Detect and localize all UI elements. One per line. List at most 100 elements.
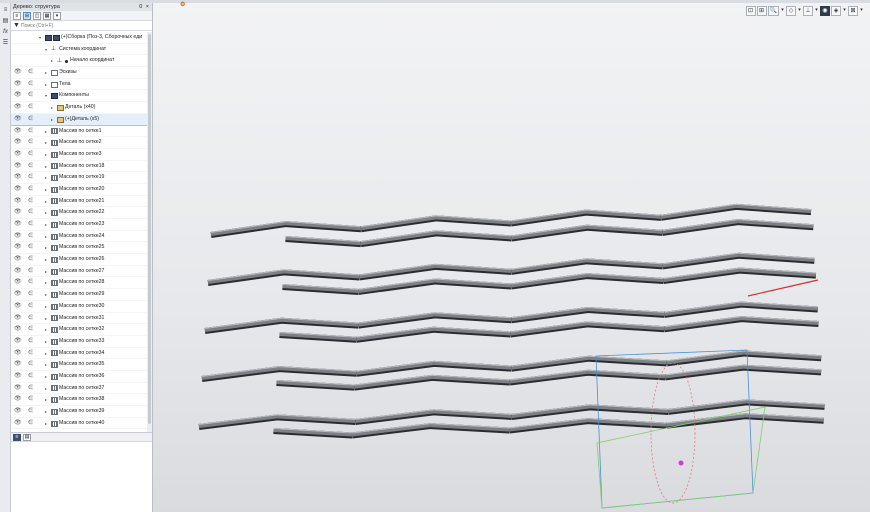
eye-icon[interactable]: 👁 (14, 102, 22, 114)
tab-tree[interactable]: ≡ (13, 434, 21, 441)
include-icon[interactable]: ∈ (28, 172, 33, 184)
eye-icon[interactable]: 👁 (14, 277, 22, 289)
expanded-mesh-model[interactable] (153, 3, 870, 512)
expand-arrow-icon[interactable]: ▸ (45, 79, 50, 91)
expand-arrow-icon[interactable]: ▸ (45, 383, 50, 395)
tree-row-array[interactable]: 👁 ∈ ▸ Массив по сетке34 (11, 348, 147, 360)
eye-icon[interactable]: 👁 (14, 359, 22, 371)
eye-icon[interactable]: 👁 (14, 231, 22, 243)
include-icon[interactable]: ∈ (28, 359, 33, 371)
tree-row-array[interactable]: 👁 ∈ ▸ Массив по сетке2 (11, 137, 147, 149)
expand-arrow-icon[interactable]: ▸ (45, 149, 50, 161)
include-icon[interactable]: ∈ (28, 324, 33, 336)
eye-icon[interactable]: 👁 (14, 79, 22, 91)
expand-arrow-icon[interactable]: ▸ (45, 161, 50, 173)
function-icon[interactable]: fx (1, 27, 10, 36)
expand-arrow-icon[interactable]: ▾ (45, 44, 50, 56)
include-icon[interactable]: ∈ (28, 137, 33, 149)
eye-icon[interactable]: 👁 (14, 196, 22, 208)
tree-row-sketches[interactable]: 👁 ∈ ▸ Эскизы (11, 67, 147, 79)
eye-icon[interactable]: 👁 (14, 137, 22, 149)
tree-row-bodies[interactable]: 👁 ∈ ▸ Тела (11, 79, 147, 91)
tree-row-array[interactable]: 👁 ∈ ▸ Массив по сетке25 (11, 242, 147, 255)
eye-icon[interactable]: 👁 (14, 67, 22, 79)
eye-icon[interactable]: 👁 (14, 254, 22, 266)
components-view-icon[interactable]: ◫ (33, 11, 41, 20)
tree-row-root[interactable]: ▾ (+)Сборка (Поз-3, Сборочных еди (11, 32, 147, 44)
scrollbar-thumb[interactable] (148, 34, 151, 424)
include-icon[interactable]: ∈ (28, 254, 33, 266)
tree-row-part-2[interactable]: 👁 ∈ ▸ (+)Деталь (x5) (11, 113, 147, 126)
eye-icon[interactable]: 👁 (14, 149, 22, 161)
include-icon[interactable]: ∈ (28, 418, 33, 430)
eye-icon[interactable]: 👁 (14, 394, 22, 406)
gizmo-center-point[interactable] (678, 460, 684, 466)
tree-row-array[interactable]: 👁 ∈ ▸ Массив по сетке36 (11, 371, 147, 383)
expand-arrow-icon[interactable]: ▸ (45, 406, 50, 418)
include-icon[interactable]: ∈ (28, 277, 33, 289)
tree-row-array[interactable]: 👁 ∈ ▸ Массив по сетке35 (11, 359, 147, 371)
expand-arrow-icon[interactable]: ▸ (45, 242, 50, 254)
tree-row-part-1[interactable]: 👁 ∈ ▸ Деталь (x40) (11, 102, 147, 114)
tree-row-array[interactable]: 👁 ∈ ▸ Массив по сетке40 (11, 418, 147, 430)
include-icon[interactable]: ∈ (28, 114, 33, 126)
tree-row-array[interactable]: 👁 ∈ ▸ Массив по сетке20 (11, 184, 147, 196)
search-input[interactable] (21, 21, 152, 30)
expand-arrow-icon[interactable]: ▸ (45, 277, 50, 289)
include-icon[interactable]: ∈ (28, 219, 33, 231)
expand-arrow-icon[interactable]: ▸ (45, 324, 50, 336)
eye-icon[interactable]: 👁 (14, 406, 22, 418)
tree-row-array[interactable]: 👁 ∈ ▸ Массив по сетке22 (11, 207, 147, 219)
menu-icon[interactable]: ☰ (1, 38, 10, 47)
tree-row-array[interactable]: 👁 ∈ ▸ Массив по сетке30 (11, 301, 147, 313)
tree-row-array[interactable]: 👁 ∈ ▸ Массив по сетке27 (11, 266, 147, 278)
eye-icon[interactable]: 👁 (14, 301, 22, 313)
eye-icon[interactable]: 👁 (14, 172, 22, 184)
expand-arrow-icon[interactable]: ▸ (45, 348, 50, 360)
expand-arrow-icon[interactable]: ▸ (45, 418, 50, 430)
include-icon[interactable]: ∈ (28, 90, 33, 102)
include-icon[interactable]: ∈ (28, 336, 33, 348)
include-icon[interactable]: ∈ (28, 161, 33, 173)
eye-icon[interactable]: 👁 (14, 219, 22, 231)
eye-icon[interactable]: 👁 (14, 348, 22, 360)
expand-arrow-icon[interactable]: ▾ (45, 90, 50, 102)
include-icon[interactable]: ∈ (28, 126, 33, 138)
tree-row-array[interactable]: 👁 ∈ ▸ Массив по сетке28 (11, 277, 147, 290)
eye-icon[interactable]: 👁 (14, 90, 22, 102)
include-icon[interactable]: ∈ (28, 149, 33, 161)
expand-arrow-icon[interactable]: ▸ (45, 196, 50, 208)
include-icon[interactable]: ∈ (28, 289, 33, 301)
tree-row-array[interactable]: 👁 ∈ ▸ Массив по сетке39 (11, 406, 147, 418)
expand-arrow-icon[interactable]: ▸ (45, 371, 50, 383)
tree-row-components[interactable]: 👁 ∈ ▾ Компоненты (11, 90, 147, 103)
tree-row-array[interactable]: 👁 ∈ ▸ Массив по сетке33 (11, 336, 147, 348)
structure-view-icon[interactable]: ⊞ (23, 11, 31, 20)
include-icon[interactable]: ∈ (28, 371, 33, 383)
tab-properties[interactable]: ▤ (23, 434, 31, 441)
expand-arrow-icon[interactable]: ▸ (45, 231, 50, 243)
tree-row-array[interactable]: 👁 ∈ ▸ Массив по сетке38 (11, 394, 147, 406)
tree-icon[interactable]: ≡ (1, 5, 10, 14)
settings-dropdown-icon[interactable]: ▾ (53, 11, 61, 20)
tree-row-array[interactable]: 👁 ∈ ▸ Массив по сетке18 (11, 161, 147, 173)
eye-icon[interactable]: 👁 (14, 207, 22, 219)
expand-arrow-icon[interactable]: ▸ (45, 67, 50, 79)
tree-row-array[interactable]: 👁 ∈ ▸ Массив по сетке21 (11, 196, 147, 208)
expand-arrow-icon[interactable]: ▸ (45, 126, 50, 138)
include-icon[interactable]: ∈ (28, 348, 33, 360)
expand-arrow-icon[interactable]: ▸ (45, 394, 50, 406)
3d-viewport[interactable]: ⚙ ⊡ ⊞ 🔍 ▾ ◇ ▾ ⊥ ▾ ◉ ◈ ▾ ⊠ ▾ (153, 2, 870, 512)
expand-arrow-icon[interactable]: ▸ (45, 313, 50, 325)
eye-icon[interactable]: 👁 (14, 114, 22, 126)
expand-arrow-icon[interactable]: ▸ (51, 55, 56, 67)
include-icon[interactable]: ∈ (28, 79, 33, 91)
tree-row-array[interactable]: 👁 ∈ ▸ Массив по сетке37 (11, 383, 147, 395)
layers-view-icon[interactable]: ▦ (43, 11, 51, 20)
expand-arrow-icon[interactable]: ▸ (45, 254, 50, 266)
include-icon[interactable]: ∈ (28, 301, 33, 313)
tree-row-array[interactable]: 👁 ∈ ▸ Массив по сетке23 (11, 219, 147, 231)
tree-row-array[interactable]: 👁 ∈ ▸ Массив по сетке24 (11, 231, 147, 243)
panel-title-buttons[interactable]: 0 × (139, 3, 150, 11)
eye-icon[interactable]: 👁 (14, 418, 22, 430)
